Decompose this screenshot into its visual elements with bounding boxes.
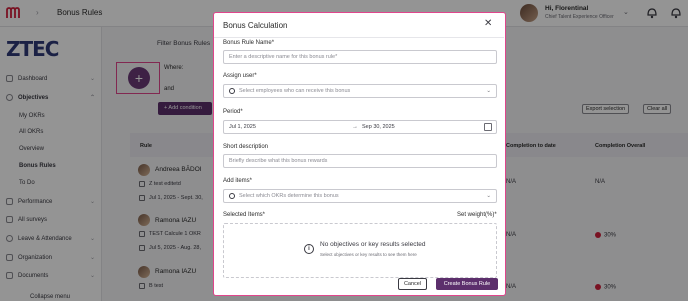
bonus-rule-name-input[interactable]: Enter a descriptive name for this bonus …	[223, 50, 497, 64]
chevron-down-icon: ⌄	[486, 193, 491, 199]
chevron-down-icon: ⌄	[486, 88, 491, 94]
set-weight-label: Set weight(%)*	[457, 212, 497, 218]
search-icon	[229, 87, 235, 94]
bonus-rule-name-label: Bonus Rule Name*	[223, 40, 275, 46]
period-end[interactable]: Sep 30, 2025	[362, 121, 395, 133]
search-icon	[229, 192, 235, 199]
period-start[interactable]: Jul 1, 2025	[229, 121, 256, 133]
selected-items-label: Selected Items*	[223, 212, 266, 218]
divider	[214, 37, 504, 38]
period-date-range[interactable]: Jul 1, 2025 → Sep 30, 2025	[223, 120, 497, 134]
cancel-button[interactable]: Cancel	[398, 278, 427, 290]
add-items-label: Add items*	[223, 178, 253, 184]
empty-state-subtitle: Select objectives or key results to see …	[320, 252, 417, 257]
calendar-icon[interactable]	[484, 123, 492, 131]
bonus-calculation-dialog: Bonus Calculation ✕ Bonus Rule Name* Ent…	[213, 12, 506, 296]
assign-user-label: Assign user*	[223, 73, 257, 79]
app-root: › Bonus Rules Hi, Florentinal Chief Tale…	[0, 0, 688, 301]
close-icon[interactable]: ✕	[484, 18, 492, 29]
assign-user-select[interactable]: Select employees who can receive this bo…	[223, 84, 497, 98]
short-description-placeholder: Briefly describe what this bonus rewards	[229, 158, 328, 164]
create-bonus-rule-button[interactable]: Create Bonus Rule	[436, 278, 498, 290]
short-description-label: Short description	[223, 144, 269, 150]
empty-state-title: No objectives or key results selected	[320, 241, 426, 248]
arrow-right-icon: →	[352, 124, 358, 130]
add-items-placeholder: Select which OKRs determine this bonus	[239, 193, 339, 199]
short-description-input[interactable]: Briefly describe what this bonus rewards	[223, 154, 497, 168]
selected-items-area: i No objectives or key results selected …	[223, 223, 497, 278]
assign-user-placeholder: Select employees who can receive this bo…	[239, 88, 351, 94]
bonus-rule-name-placeholder: Enter a descriptive name for this bonus …	[229, 54, 338, 60]
period-label: Period*	[223, 109, 243, 115]
add-items-select[interactable]: Select which OKRs determine this bonus ⌄	[223, 189, 497, 203]
dialog-title: Bonus Calculation	[223, 21, 288, 30]
info-icon: i	[304, 244, 314, 254]
